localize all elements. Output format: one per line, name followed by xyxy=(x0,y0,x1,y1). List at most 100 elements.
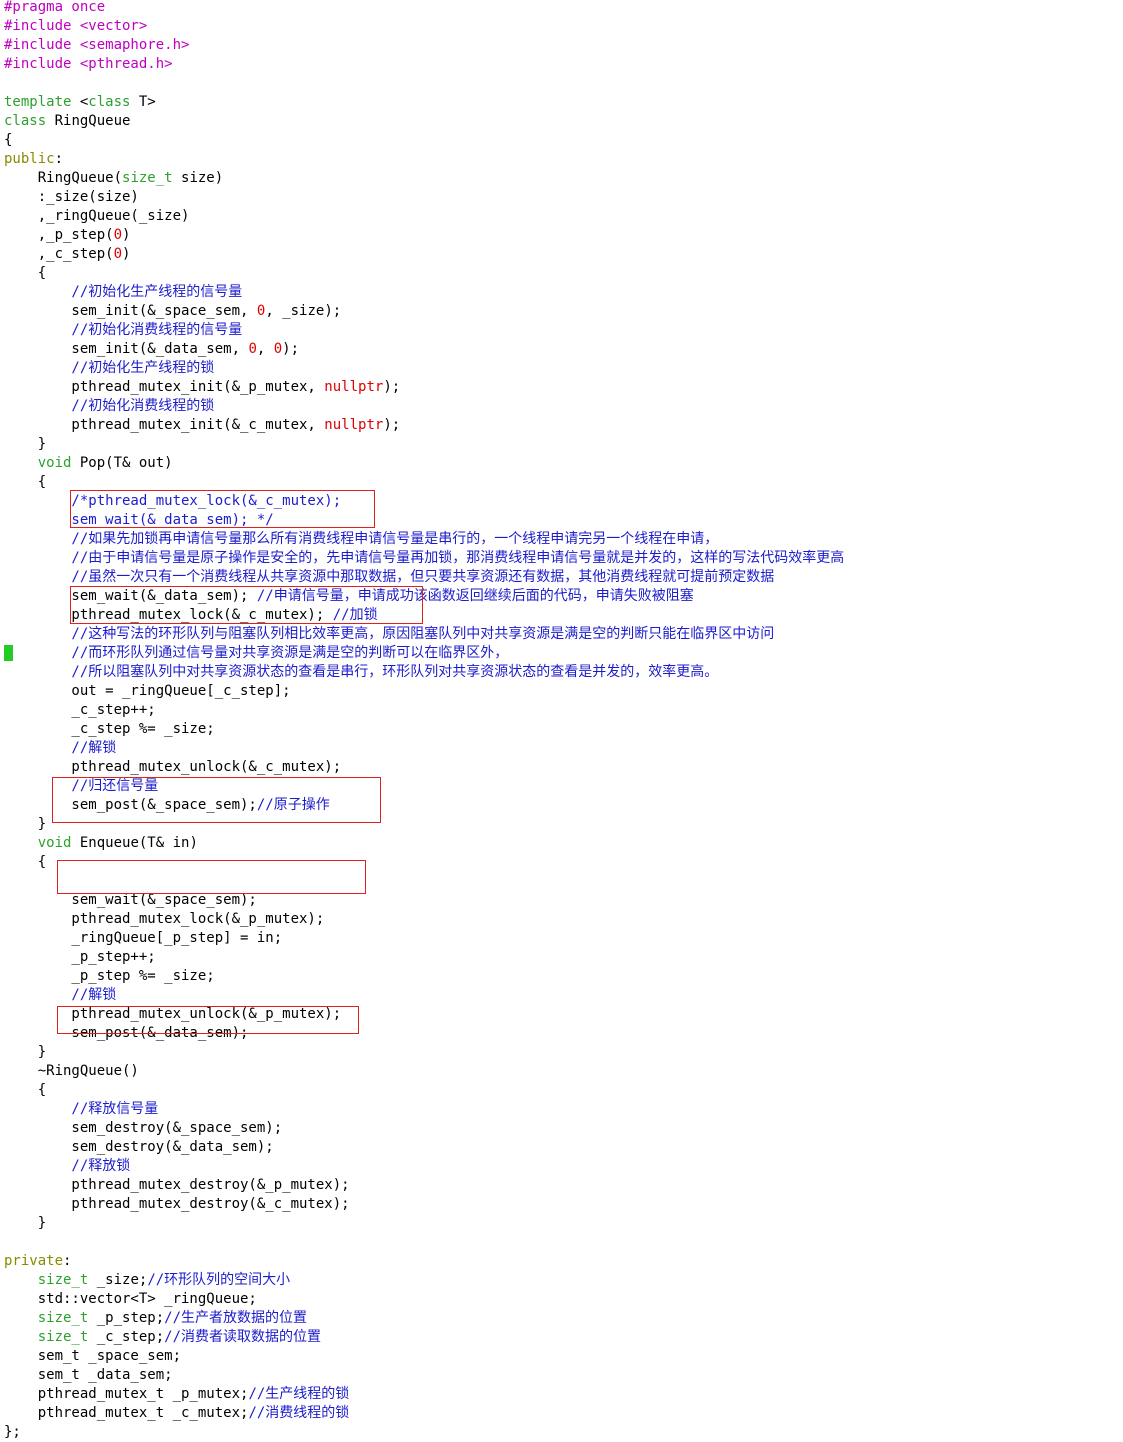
code-line: //初始化生产线程的信号量 xyxy=(4,283,844,302)
code-token: pthread_mutex_lock(&_p_mutex); xyxy=(4,911,325,927)
code-token: 0 xyxy=(256,303,266,319)
code-token: void xyxy=(37,835,72,851)
code-token: //解锁 xyxy=(4,987,117,1003)
code-token: //初始化消费线程的信号量 xyxy=(4,322,243,338)
code-line: sem_t _data_sem; xyxy=(4,1366,844,1385)
code-token: Enqueue(T& in) xyxy=(71,835,198,851)
code-line: #include <vector> xyxy=(4,17,844,36)
code-token: //申请信号量，申请成功该函数返回继续后面的代码，申请失败被阻塞 xyxy=(256,588,694,604)
code-line: size_t _p_step;//生产者放数据的位置 xyxy=(4,1309,844,1328)
code-line: pthread_mutex_destroy(&_p_mutex); xyxy=(4,1176,844,1195)
code-line: _ringQueue[_p_step] = in; xyxy=(4,929,844,948)
code-token: //初始化消费线程的锁 xyxy=(4,398,215,414)
code-token: //生产线程的锁 xyxy=(248,1386,350,1402)
code-line: private: xyxy=(4,1252,844,1271)
code-token: 0 xyxy=(248,341,257,357)
code-token: } xyxy=(4,1215,47,1231)
code-token: _p_step++; xyxy=(4,949,156,965)
code-token: //生产者放数据的位置 xyxy=(164,1310,308,1326)
code-token: sem_wait(&_data_sem); */ xyxy=(4,512,274,528)
code-token: sem_post(&_space_sem); xyxy=(4,797,257,813)
code-line: size_t _c_step;//消费者读取数据的位置 xyxy=(4,1328,844,1347)
code-line: :_size(size) xyxy=(4,188,844,207)
code-line: sem_wait(&_data_sem); */ xyxy=(4,511,844,530)
code-token: T> xyxy=(130,94,156,110)
code-line: size_t _size;//环形队列的空间大小 xyxy=(4,1271,844,1290)
code-token: pthread_mutex_destroy(&_c_mutex); xyxy=(4,1196,350,1212)
code-token: #include <pthread.h> xyxy=(4,56,173,72)
code-line: sem_wait(&_data_sem); //申请信号量，申请成功该函数返回继… xyxy=(4,587,844,606)
code-token: pthread_mutex_lock(&_c_mutex); xyxy=(4,607,333,623)
code-token: 0 xyxy=(113,227,123,243)
code-token: { xyxy=(4,132,13,148)
code-token: //而环形队列通过信号量对共享资源是满是空的判断可以在临界区外， xyxy=(4,645,509,661)
code-line: ,_ringQueue(_size) xyxy=(4,207,844,226)
code-editor[interactable]: #pragma once #include <vector> #include <s… xyxy=(0,0,1123,1440)
code-line: //解锁 xyxy=(4,986,844,1005)
code-token: sem_wait(&_data_sem); xyxy=(4,588,257,604)
code-line: //由于申请信号量是原子操作是安全的，先申请信号量再加锁，那消费线程申请信号量就… xyxy=(4,549,844,568)
code-line: template < class T> xyxy=(4,93,844,112)
code-line: { xyxy=(4,1081,844,1100)
code-token: pthread_mutex_init(&_c_mutex, xyxy=(4,417,325,433)
code-token: RingQueue( xyxy=(4,170,123,186)
code-token: std::vector<T> _ringQueue; xyxy=(4,1291,257,1307)
code-token: ,_c_step( xyxy=(4,246,114,262)
code-token: RingQueue xyxy=(46,113,131,129)
code-token: //初始化生产线程的锁 xyxy=(4,360,215,376)
code-line: } xyxy=(4,1214,844,1233)
code-token: : xyxy=(54,151,64,167)
code-token: _p_step; xyxy=(88,1310,165,1326)
code-token: nullptr xyxy=(324,417,384,433)
code-line: //释放锁 xyxy=(4,1157,844,1176)
code-token: Pop(T& out) xyxy=(71,455,173,471)
code-line: sem_post(&_space_sem);//原子操作 xyxy=(4,796,844,815)
code-token: _ringQueue[_p_step] = in; xyxy=(4,930,283,946)
code-line: sem_init(&_space_sem, 0, _size); xyxy=(4,302,844,321)
code-token: //释放信号量 xyxy=(4,1101,159,1117)
code-token: { xyxy=(4,265,47,281)
code-line: pthread_mutex_init(&_p_mutex, nullptr); xyxy=(4,378,844,397)
code-token: :_size(size) xyxy=(4,189,139,205)
code-token: _c_step %= _size; xyxy=(4,721,215,737)
code-line: //释放信号量 xyxy=(4,1100,844,1119)
code-line: { xyxy=(4,473,844,492)
code-line: pthread_mutex_unlock(&_c_mutex); xyxy=(4,758,844,777)
code-text[interactable]: #pragma once #include <vector> #include <s… xyxy=(4,0,844,1442)
code-token: }; xyxy=(4,1424,21,1440)
code-line: pthread_mutex_unlock(&_p_mutex); xyxy=(4,1005,844,1024)
code-token: { xyxy=(4,854,47,870)
code-line: #include <semaphore.h> xyxy=(4,36,844,55)
code-token: sem_t _data_sem; xyxy=(4,1367,173,1383)
code-token: //加锁 xyxy=(332,607,378,623)
code-token: sem_destroy(&_space_sem); xyxy=(4,1120,283,1136)
code-line: ,_c_step(0) xyxy=(4,245,844,264)
code-line: sem_destroy(&_space_sem); xyxy=(4,1119,844,1138)
code-token: 0 xyxy=(113,246,123,262)
code-line: } xyxy=(4,435,844,454)
code-token: ); xyxy=(383,417,401,433)
code-token: //虽然一次只有一个消费线程从共享资源中那取数据，但只要共享资源还有数据，其他消… xyxy=(4,569,775,585)
code-token: //归还信号量 xyxy=(4,778,159,794)
code-line: pthread_mutex_t _p_mutex;//生产线程的锁 xyxy=(4,1385,844,1404)
code-token: : xyxy=(63,1253,72,1269)
code-token: , _size); xyxy=(265,303,342,319)
code-token: //解锁 xyxy=(4,740,117,756)
code-line: pthread_mutex_lock(&_c_mutex); //加锁 xyxy=(4,606,844,625)
code-line: pthread_mutex_lock(&_p_mutex); xyxy=(4,910,844,929)
code-line: } xyxy=(4,1043,844,1062)
code-token: ~RingQueue() xyxy=(4,1063,139,1079)
code-line: sem_init(&_data_sem, 0, 0); xyxy=(4,340,844,359)
code-line: } xyxy=(4,815,844,834)
code-line: //解锁 xyxy=(4,739,844,758)
code-token: ) xyxy=(122,227,131,243)
code-line: _c_step %= _size; xyxy=(4,720,844,739)
code-token: ) xyxy=(122,246,131,262)
code-token: size) xyxy=(172,170,224,186)
code-token: ,_ringQueue(_size) xyxy=(4,208,190,224)
code-token: #include <semaphore.h> xyxy=(4,37,190,53)
